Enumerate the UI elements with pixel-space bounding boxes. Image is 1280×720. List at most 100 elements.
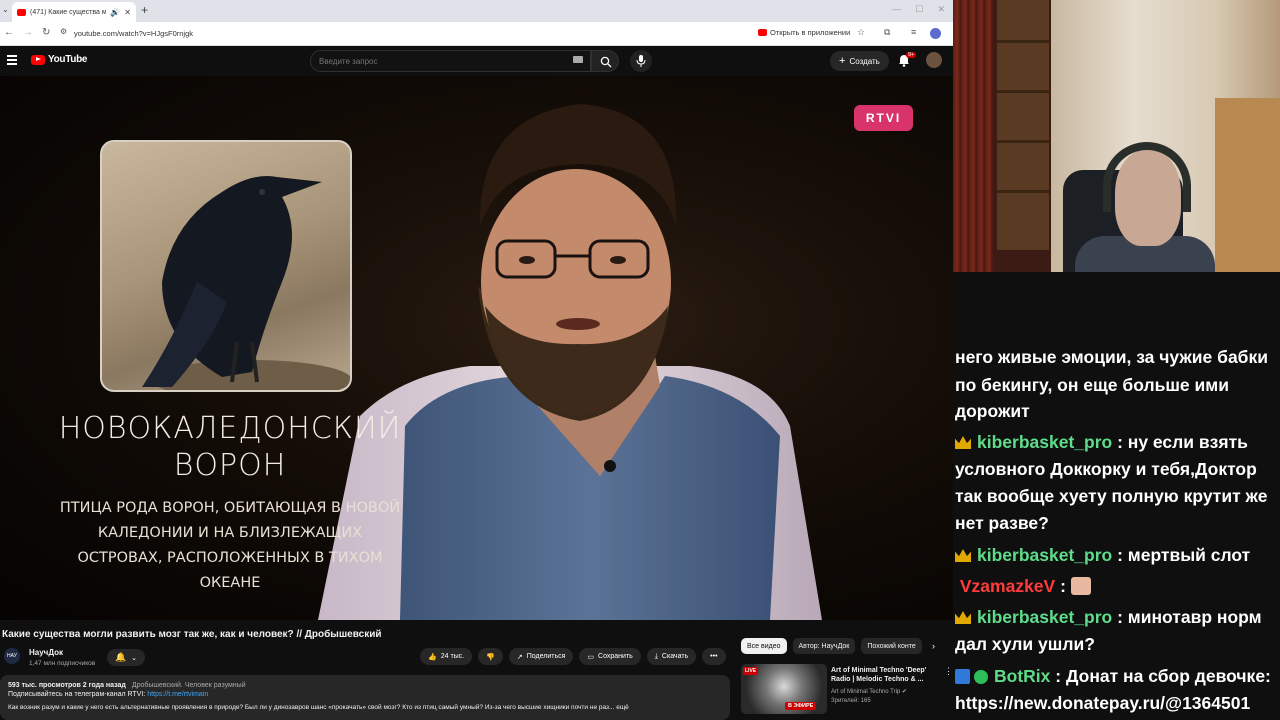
crown-badge-icon (955, 436, 971, 449)
create-label: Создать (849, 56, 880, 66)
recommended-title[interactable]: Art of Minimal Techno 'Deep' Radio | Mel… (831, 666, 939, 684)
speaker-icon[interactable]: 🔊 (110, 8, 120, 17)
youtube-favicon-icon (17, 8, 26, 16)
new-tab-button[interactable]: + (141, 3, 148, 17)
chat-username[interactable]: BotRix (994, 666, 1050, 686)
overlay-description: ПТИЦА РОДА ВОРОН, ОБИТАЮЩАЯ В НОВОЙ КАЛЕ… (59, 500, 401, 591)
back-icon[interactable]: ← (4, 27, 14, 38)
youtube-play-icon (31, 54, 45, 65)
recommended-thumbnail[interactable]: LIVE В ЭФИРЕ (741, 664, 827, 714)
chat-username[interactable]: VzamazkeV (960, 576, 1055, 596)
share-icon: ↗ (516, 653, 523, 661)
chips-next-arrow-icon[interactable]: › (932, 641, 935, 651)
tab-close-icon[interactable]: ✕ (124, 8, 131, 17)
chat-username[interactable]: kiberbasket_pro (977, 432, 1112, 452)
description-meta: 593 тыс. просмотров 2 года назад Дробыше… (8, 682, 722, 689)
reload-icon[interactable]: ↻ (42, 27, 50, 38)
bookmark-icon: ▭ (587, 653, 595, 661)
chat-line: дорожит (955, 401, 1030, 421)
tab-list-chevron-icon[interactable]: ⌄ (2, 5, 9, 14)
browser-profile-avatar[interactable] (930, 28, 941, 39)
overlay-title: НОВОКАЛЕДОНСКИЙ ВОРОН (58, 411, 402, 483)
chat-message: kiberbasket_pro : минотавр норм (955, 603, 1277, 631)
bookshelf (997, 0, 1049, 250)
recommended-menu-icon[interactable]: ⋮ (944, 666, 953, 677)
emote-icon (1070, 577, 1091, 595)
chat-message: BotRix : Донат на сбор девочке: (955, 662, 1277, 690)
description-tags[interactable]: Дробышевский. Человек разумный (132, 682, 246, 689)
chat-line: него живые эмоции, за чужие бабки (955, 347, 1269, 367)
youtube-header: YouTube + Создать (0, 46, 953, 76)
chip-author[interactable]: Автор: НаучДок (792, 638, 856, 654)
chat-line: условного Доккорку и тебя,Доктор (955, 459, 1257, 479)
chat-username[interactable]: kiberbasket_pro (977, 545, 1112, 565)
close-window-icon[interactable]: ✕ (937, 4, 945, 15)
url-field[interactable]: youtube.com/watch?v=HJgsF0rnjgk (74, 29, 193, 38)
recommendation-chips: Все видео Автор: НаучДок Похожий конте (741, 638, 922, 654)
chat-message: kiberbasket_pro : ну если взять (955, 428, 1277, 456)
tab-title: (471) Какие существа могл (30, 8, 107, 16)
tab-youtube[interactable]: (471) Какие существа могл 🔊 ✕ (12, 2, 136, 22)
description-box[interactable]: 593 тыс. просмотров 2 года назад Дробыше… (0, 675, 730, 720)
video-player[interactable]: RTVI НОВОКАЛЕДОНСКИЙ ВОРОН ПТИЦА РОДА ВО… (0, 76, 953, 620)
bookmark-star-icon[interactable]: ☆ (857, 27, 865, 38)
open-in-app-label: Открыть в приложении (770, 28, 851, 37)
site-info-icon[interactable]: ⚙ (60, 27, 67, 36)
share-button[interactable]: ↗ Поделиться (508, 648, 574, 665)
chip-similar[interactable]: Похожий конте (861, 638, 922, 654)
chat-overlay: него живые эмоции, за чужие бабки по бек… (953, 272, 1280, 720)
open-in-app-button[interactable]: Открыть в приложении (758, 28, 850, 37)
verified-check-icon (974, 670, 988, 684)
search-box (310, 50, 591, 72)
chat-message: VzamazkeV : (955, 572, 1277, 600)
webcam-feed (953, 0, 1280, 272)
recommended-viewers: Зрителей: 165 (831, 698, 871, 704)
like-button[interactable]: 👍 24 тыс. (420, 648, 473, 665)
rtvi-logo: RTVI (854, 105, 913, 131)
subscription-bell-button[interactable]: 🔔 ⌄ (107, 649, 145, 666)
dislike-button[interactable]: 👎 (478, 648, 503, 665)
forward-icon[interactable]: → (23, 27, 33, 38)
recommended-channel[interactable]: Art of Minimal Techno Trip ✔ (831, 688, 907, 695)
chip-all-videos[interactable]: Все видео (741, 638, 787, 654)
bell-icon: 🔔 (114, 652, 127, 662)
download-button[interactable]: ⤓ Скачать (646, 648, 697, 665)
recommended-video[interactable]: LIVE В ЭФИРЕ Art of Minimal Techno 'Deep… (741, 664, 953, 716)
on-air-badge: В ЭФИРЕ (785, 702, 817, 710)
chevron-down-icon: ⌄ (131, 654, 138, 662)
raven-picture (142, 176, 350, 390)
telegram-link[interactable]: https://t.me/rtvimain (147, 691, 208, 698)
channel-avatar[interactable]: НАУ (4, 648, 20, 664)
media-queue-icon[interactable]: ≡ (911, 27, 916, 37)
notification-count-badge: 9+ (906, 52, 917, 58)
search-button[interactable] (591, 50, 619, 72)
maximize-icon[interactable]: ☐ (915, 4, 923, 15)
search-icon (600, 56, 612, 68)
more-actions-button[interactable]: ••• (702, 648, 726, 665)
thumbs-down-icon: 👎 (486, 653, 495, 661)
chat-username[interactable]: kiberbasket_pro (977, 607, 1112, 627)
crown-badge-icon (955, 611, 971, 624)
menu-hamburger-icon[interactable] (7, 55, 17, 67)
user-avatar[interactable] (926, 52, 942, 68)
save-button[interactable]: ▭ Сохранить (579, 648, 641, 665)
chat-text: : Донат на сбор девочке: (1055, 666, 1271, 686)
voice-search-button[interactable] (630, 50, 652, 72)
chat-line: по бекингу, он еще больше ими (955, 375, 1229, 395)
save-label: Сохранить (598, 653, 633, 660)
plus-icon: + (839, 55, 846, 67)
minimize-icon[interactable]: — (892, 4, 901, 15)
channel-name[interactable]: НаучДок (29, 648, 63, 657)
address-bar: ← → ↻ ⚙ youtube.com/watch?v=HJgsF0rnjgk … (0, 22, 953, 46)
browser-window: ⌄ (471) Какие существа могл 🔊 ✕ + — ☐ ✕ … (0, 0, 953, 720)
microphone-icon (636, 55, 646, 67)
youtube-logo[interactable]: YouTube (31, 54, 88, 65)
search-input[interactable] (311, 51, 551, 72)
like-count: 24 тыс. (440, 653, 465, 660)
extensions-icon[interactable]: ⧉ (884, 27, 890, 38)
chat-line: так вообще хуету полную крутит же (955, 486, 1268, 506)
chat-text: : мертвый слот (1117, 545, 1251, 565)
raven-image (100, 140, 352, 392)
create-button[interactable]: + Создать (830, 51, 889, 71)
keyboard-icon[interactable] (573, 56, 583, 63)
